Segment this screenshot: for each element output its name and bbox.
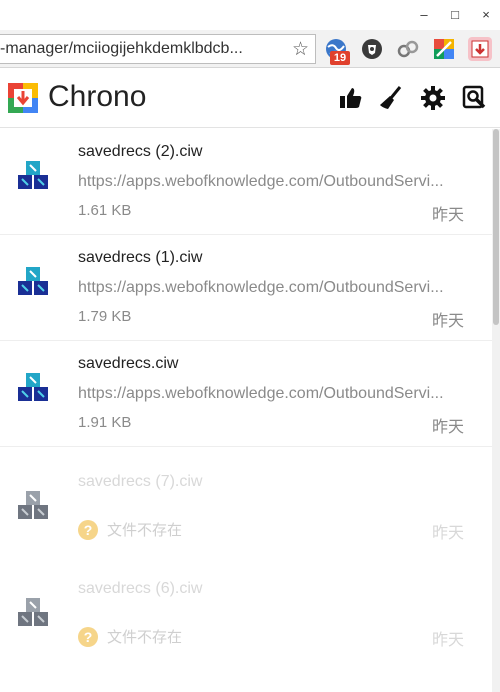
bookmark-star-icon[interactable]: ☆ <box>292 38 309 61</box>
download-item-missing[interactable]: savedrecs (7).ciw ? 文件不存在 昨天 <box>0 459 492 565</box>
warning-icon: ? <box>78 626 98 647</box>
file-type-icon <box>18 373 48 401</box>
thumbs-up-icon[interactable] <box>338 85 364 111</box>
chrono-logo-icon <box>8 83 38 113</box>
file-status-text: 文件不存在 <box>107 522 183 539</box>
file-status: ? 文件不存在 <box>78 519 182 540</box>
download-item[interactable]: savedrecs (1).ciw https://apps.webofknow… <box>0 235 492 341</box>
file-name[interactable]: savedrecs (7).ciw <box>78 473 202 491</box>
downloads-list: savedrecs (2).ciw https://apps.webofknow… <box>0 129 500 692</box>
search-icon[interactable] <box>462 85 488 111</box>
file-url[interactable]: https://apps.webofknowledge.com/Outbound… <box>78 385 466 403</box>
address-bar[interactable]: -manager/mciiogijehkdemklbdcb... ☆ <box>0 34 316 64</box>
file-name[interactable]: savedrecs (1).ciw <box>78 249 202 267</box>
download-item[interactable]: savedrecs (2).ciw https://apps.webofknow… <box>0 129 492 235</box>
file-name[interactable]: savedrecs.ciw <box>78 355 178 373</box>
shield-extension-icon[interactable] <box>360 37 384 61</box>
file-date: 昨天 <box>432 313 465 330</box>
file-url[interactable]: https://apps.webofknowledge.com/Outbound… <box>78 279 466 297</box>
file-date: 昨天 <box>432 632 465 649</box>
file-type-icon <box>18 491 48 519</box>
file-status: ? 文件不存在 <box>78 626 182 647</box>
scrollbar-thumb[interactable] <box>493 129 499 325</box>
link-extension-icon[interactable] <box>396 37 420 61</box>
download-item[interactable]: savedrecs.ciw https://apps.webofknowledg… <box>0 341 492 447</box>
maximize-button[interactable]: □ <box>443 4 467 24</box>
file-size: 1.61 KB <box>78 202 132 219</box>
gear-icon[interactable] <box>420 85 446 111</box>
address-bar-url[interactable]: -manager/mciiogijehkdemklbdcb... <box>0 40 282 58</box>
browser-toolbar: -manager/mciiogijehkdemklbdcb... ☆ <box>0 30 500 68</box>
file-date: 昨天 <box>432 525 465 542</box>
file-type-icon <box>18 267 48 295</box>
close-button[interactable]: × <box>474 4 498 24</box>
broom-icon[interactable] <box>378 85 404 111</box>
warning-icon: ? <box>78 519 98 540</box>
app-header: Chrono <box>0 68 500 128</box>
file-type-icon <box>18 161 48 189</box>
file-size: 1.91 KB <box>78 414 132 431</box>
file-url[interactable]: https://apps.webofknowledge.com/Outbound… <box>78 173 466 191</box>
app-title: Chrono <box>48 80 147 113</box>
extension-badge-count: 19 <box>330 51 350 65</box>
chrono-extension-icon[interactable] <box>468 37 492 61</box>
file-status-text: 文件不存在 <box>107 629 183 646</box>
download-item-missing[interactable]: savedrecs (6).ciw ? 文件不存在 昨天 <box>0 566 492 672</box>
scrollbar[interactable] <box>492 129 500 692</box>
file-type-icon <box>18 598 48 626</box>
file-size: 1.79 KB <box>78 308 132 325</box>
minimize-button[interactable]: – <box>412 4 436 24</box>
file-date: 昨天 <box>432 207 465 224</box>
file-name[interactable]: savedrecs (6).ciw <box>78 580 202 598</box>
file-date: 昨天 <box>432 419 465 436</box>
file-name[interactable]: savedrecs (2).ciw <box>78 143 202 161</box>
colorful-extension-icon[interactable] <box>432 37 456 61</box>
window-titlebar: – □ × <box>0 0 500 30</box>
